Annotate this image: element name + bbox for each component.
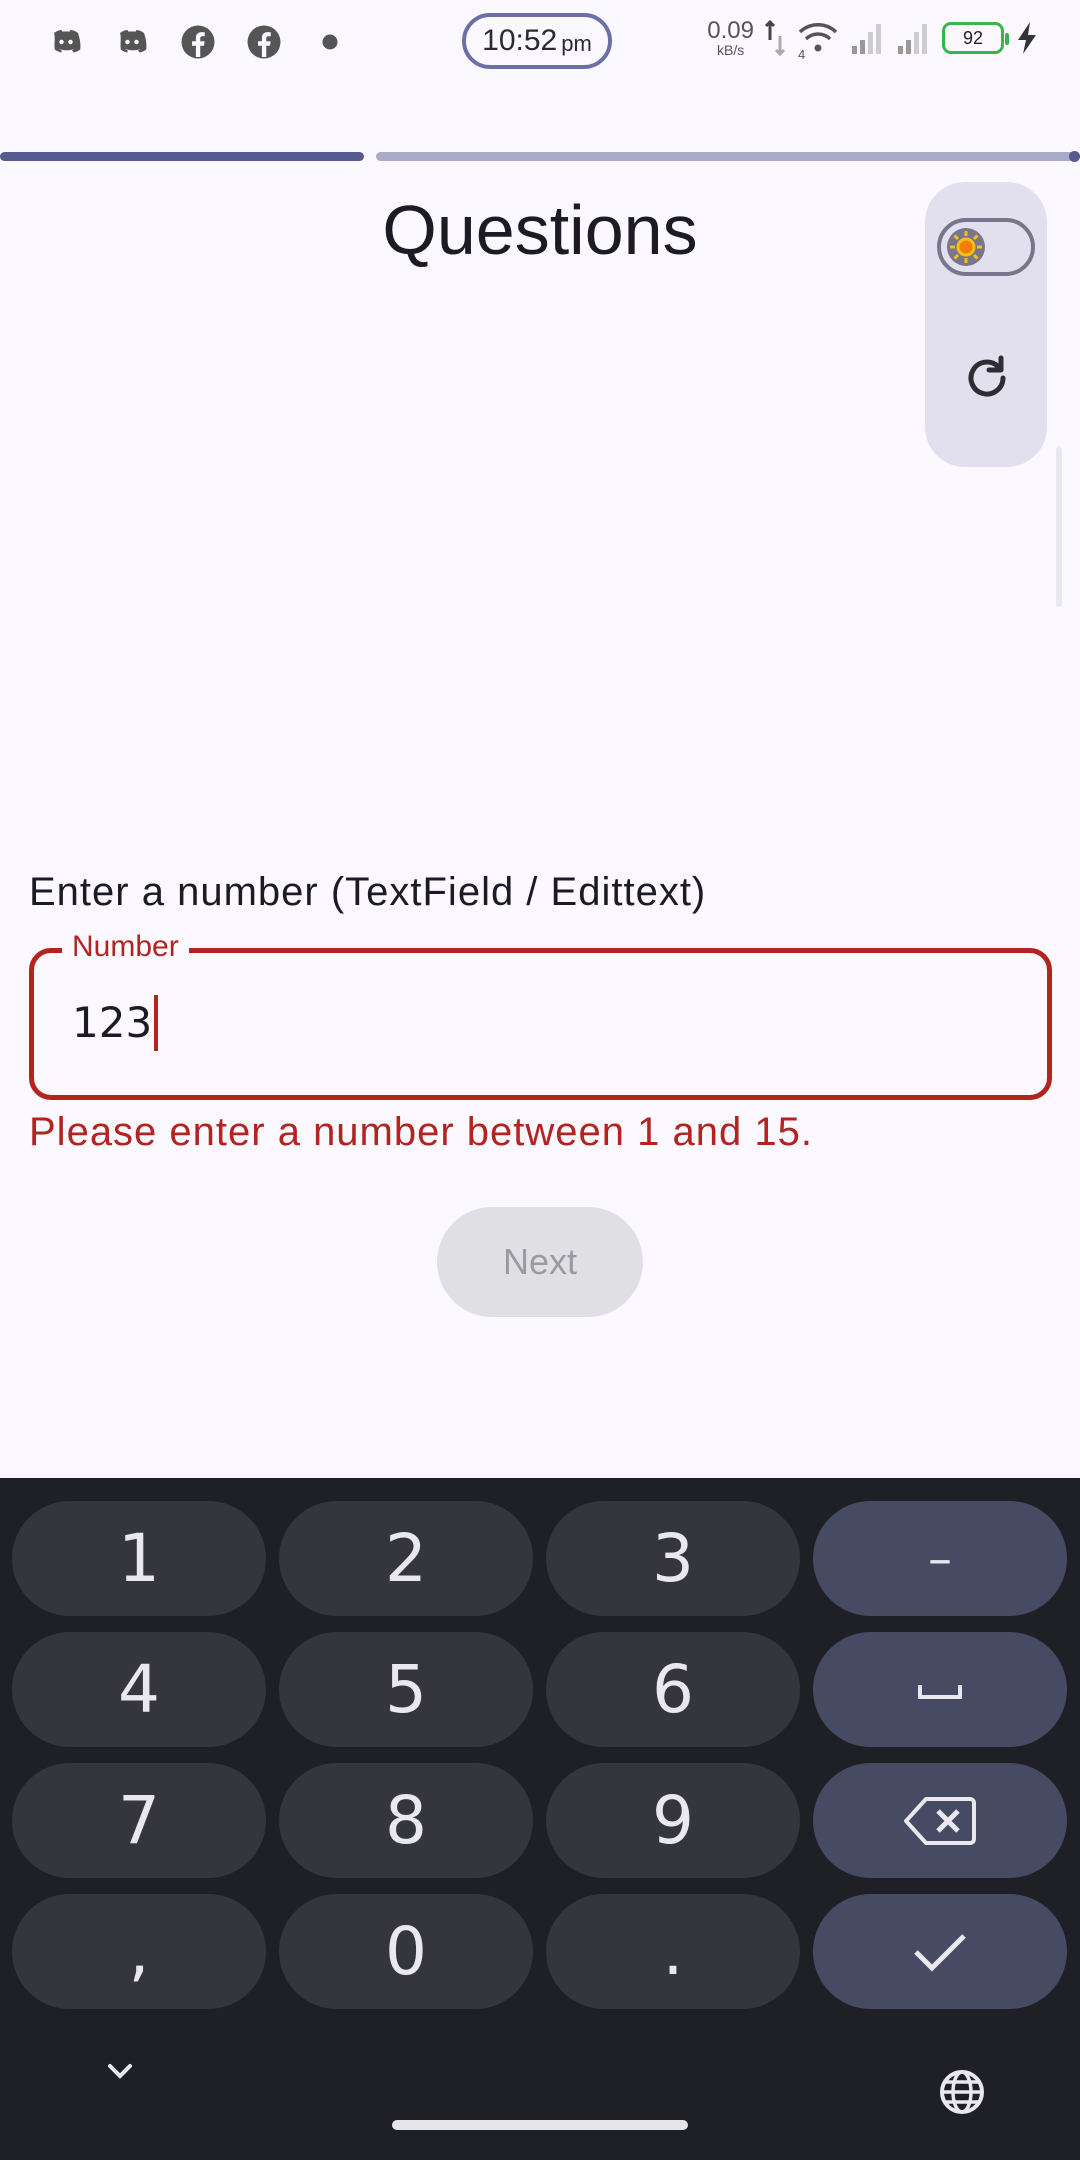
wifi-icon: 4 bbox=[796, 18, 840, 62]
signal-icon bbox=[852, 24, 881, 54]
facebook-icon bbox=[181, 25, 215, 59]
network-type: 4 bbox=[798, 47, 806, 62]
key-minus[interactable]: – bbox=[813, 1501, 1067, 1616]
theme-toggle[interactable] bbox=[937, 218, 1035, 276]
scrollbar[interactable] bbox=[1056, 447, 1062, 607]
key-period[interactable]: . bbox=[546, 1894, 800, 2009]
clock-ampm: pm bbox=[561, 31, 592, 56]
key-backspace[interactable] bbox=[813, 1763, 1067, 1878]
refresh-button[interactable] bbox=[961, 352, 1013, 404]
key-done[interactable] bbox=[813, 1894, 1067, 2009]
key-8[interactable]: 8 bbox=[279, 1763, 533, 1878]
key-2[interactable]: 2 bbox=[279, 1501, 533, 1616]
checkmark-icon bbox=[914, 1933, 966, 1972]
number-input-text: 123 bbox=[72, 998, 153, 1047]
globe-icon[interactable] bbox=[938, 2068, 986, 2116]
text-cursor bbox=[154, 994, 159, 1051]
gesture-nav-handle[interactable] bbox=[392, 2120, 688, 2130]
battery-indicator: 92 bbox=[942, 22, 1009, 54]
discord-icon bbox=[54, 30, 81, 53]
numeric-keyboard: 1 2 3 – 4 5 6 7 8 9 , 0 . bbox=[0, 1478, 1080, 2160]
space-icon bbox=[918, 1684, 962, 1699]
battery-level: 92 bbox=[962, 27, 984, 48]
key-9[interactable]: 9 bbox=[546, 1763, 800, 1878]
number-input-field[interactable] bbox=[29, 948, 1052, 1100]
key-space[interactable] bbox=[813, 1632, 1067, 1747]
progress-end-dot bbox=[1069, 151, 1080, 162]
key-3[interactable]: 3 bbox=[546, 1501, 800, 1616]
clock-time: 10:52 bbox=[482, 24, 558, 57]
key-1[interactable]: 1 bbox=[12, 1501, 266, 1616]
discord-icon bbox=[120, 30, 147, 53]
progress-remaining bbox=[376, 152, 1080, 161]
floating-controls bbox=[925, 182, 1047, 467]
data-transfer-icon bbox=[764, 19, 786, 57]
charging-icon bbox=[1018, 22, 1036, 54]
number-field-label: Number bbox=[62, 930, 189, 964]
dot-icon bbox=[322, 34, 338, 50]
chevron-down-icon[interactable] bbox=[96, 2048, 144, 2096]
sun-icon bbox=[947, 228, 985, 266]
system-icons: 0.09 kB/s 4 92 bbox=[707, 17, 1040, 62]
notification-icons bbox=[48, 24, 348, 60]
key-7[interactable]: 7 bbox=[12, 1763, 266, 1878]
page-title: Questions bbox=[382, 191, 698, 269]
key-0[interactable]: 0 bbox=[279, 1894, 533, 2009]
network-speed-unit: kB/s bbox=[717, 42, 745, 58]
key-6[interactable]: 6 bbox=[546, 1632, 800, 1747]
network-speed-value: 0.09 bbox=[707, 17, 754, 44]
status-bar: 10:52 pm 0.09 kB/s 4 92 bbox=[0, 0, 1080, 90]
next-button[interactable]: Next bbox=[437, 1207, 643, 1317]
facebook-icon bbox=[247, 25, 281, 59]
signal-icon bbox=[898, 24, 927, 54]
key-comma[interactable]: , bbox=[12, 1894, 266, 2009]
error-message: Please enter a number between 1 and 15. bbox=[29, 1110, 813, 1154]
number-input-value[interactable]: 123 bbox=[72, 994, 159, 1051]
progress-completed bbox=[0, 152, 364, 161]
refresh-icon bbox=[968, 355, 1006, 397]
key-5[interactable]: 5 bbox=[279, 1632, 533, 1747]
key-4[interactable]: 4 bbox=[12, 1632, 266, 1747]
question-label: Enter a number (TextField / Edittext) bbox=[29, 870, 707, 914]
backspace-icon bbox=[904, 1796, 976, 1845]
network-speed: 0.09 kB/s bbox=[707, 17, 754, 58]
clock: 10:52 pm bbox=[462, 13, 612, 69]
